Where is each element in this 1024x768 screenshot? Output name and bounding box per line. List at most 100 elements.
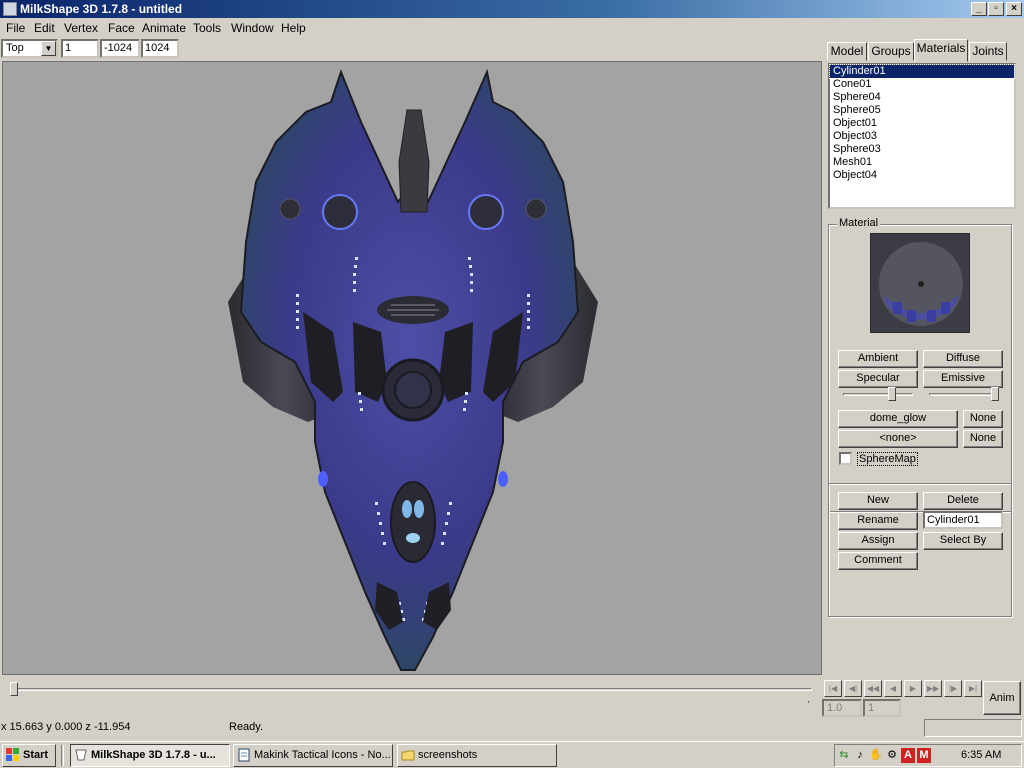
chevron-down-icon[interactable]: ▼ [41,41,56,56]
select-by-material-button[interactable]: Select By [923,532,1003,550]
list-item[interactable]: Cone01 [830,78,1014,91]
timeline-tick: ' [808,700,810,709]
title-bar: MilkShape 3D 1.7.8 - untitled _ ▫ × [0,0,1024,18]
view-toolbar: Top ▼ 1 -1024 1024 [0,38,820,60]
timeline-track [12,688,812,691]
menu-face[interactable]: Face [108,21,135,35]
rename-material-button[interactable]: Rename [838,512,918,530]
new-material-button[interactable]: New [838,492,918,510]
coordinates-readout: x 15.663 y 0.000 z -11.954 [1,721,131,733]
rewind-button[interactable]: ◀◀ [864,680,882,697]
assign-material-button[interactable]: Assign [838,532,918,550]
restore-button[interactable]: ▫ [988,2,1004,16]
milkshape-icon [74,748,88,762]
hand-icon[interactable]: ✋ [869,748,883,763]
prev-key-button[interactable]: ◀| [844,680,862,697]
view-field-1[interactable]: 1 [61,39,99,58]
tab-materials[interactable]: Materials [914,39,968,62]
menu-bar: File Edit Vertex Face Animate Tools Wind… [0,18,1024,38]
transparency-slider[interactable] [991,387,999,401]
start-label: Start [23,749,49,761]
menu-animate[interactable]: Animate [142,21,186,35]
task-label: Makink Tactical Icons - No... [254,749,391,761]
windows-logo-icon [6,748,20,762]
first-frame-button[interactable]: |◀ [824,680,842,697]
tab-joints[interactable]: Joints [969,42,1007,61]
list-item[interactable]: Mesh01 [830,156,1014,169]
tab-model[interactable]: Model [827,42,867,61]
list-item[interactable]: Sphere05 [830,104,1014,117]
task-milkshape[interactable]: MilkShape 3D 1.7.8 - u... [70,744,230,767]
diffuse-button[interactable]: Diffuse [923,350,1003,368]
texture-none-button[interactable]: None [963,410,1003,428]
menu-vertex[interactable]: Vertex [64,21,98,35]
view-select[interactable]: Top ▼ [1,39,58,58]
comment-button[interactable]: Comment [838,552,918,570]
anim-toggle-button[interactable]: Anim [983,681,1021,715]
network-icon[interactable]: ⇆ [837,748,851,763]
texture-button[interactable]: dome_glow [838,410,958,428]
shininess-slider-track [843,393,913,396]
settings-icon[interactable]: ⚙ [885,748,899,763]
menu-file[interactable]: File [6,21,25,35]
current-frame-field[interactable]: 1.0 [822,699,862,717]
timeline-slider[interactable] [10,682,18,696]
volume-icon[interactable]: ♪ [853,748,867,763]
last-frame-button[interactable]: ▶| [964,680,982,697]
status-message: Ready. [229,721,264,733]
list-item[interactable]: Cylinder01 [829,64,1015,79]
material-list[interactable]: Cylinder01 Cone01 Sphere04 Sphere05 Obje… [828,63,1016,209]
menu-window[interactable]: Window [231,21,274,35]
list-item[interactable]: Object03 [830,130,1014,143]
fast-forward-button[interactable]: ▶▶ [924,680,942,697]
shininess-slider[interactable] [887,387,896,401]
app-m-icon[interactable]: M [917,748,931,763]
menu-tools[interactable]: Tools [193,21,221,35]
material-group-title: Material [837,217,881,229]
task-screenshots-folder[interactable]: screenshots [397,744,557,767]
task-label: MilkShape 3D 1.7.8 - u... [91,749,216,761]
3d-viewport[interactable] [2,61,822,675]
spaceship-model [228,68,598,671]
next-frame-button[interactable]: ▶ [904,680,922,697]
status-panel [924,719,1022,737]
menu-edit[interactable]: Edit [34,21,55,35]
window-title: MilkShape 3D 1.7.8 - untitled [20,2,183,16]
antivirus-icon[interactable]: A [901,748,915,763]
next-key-button[interactable]: |▶ [944,680,962,697]
minimize-button[interactable]: _ [971,2,987,16]
spheremap-label: SphereMap [857,452,918,466]
specular-button[interactable]: Specular [838,370,918,388]
task-label: screenshots [418,749,478,761]
start-button[interactable]: Start [2,744,56,767]
material-preview-sphere [879,242,963,326]
clock: 6:35 AM [961,749,1002,761]
alpha-texture-none-button[interactable]: None [963,430,1003,448]
taskbar-separator [61,745,64,766]
ambient-button[interactable]: Ambient [838,350,918,368]
alpha-texture-button[interactable]: <none> [838,430,958,448]
list-item[interactable]: Sphere03 [830,143,1014,156]
end-frame-field[interactable]: 1 [863,699,901,717]
rename-field[interactable]: Cylinder01 [923,511,1003,529]
animation-timeline: ' [0,678,822,718]
prev-frame-button[interactable]: ◀ [884,680,902,697]
menu-help[interactable]: Help [281,21,306,35]
folder-icon [401,748,415,762]
list-item[interactable]: Sphere04 [830,91,1014,104]
task-notepad[interactable]: Makink Tactical Icons - No... [233,744,393,767]
model-render [228,68,598,671]
tools-panel: Model Groups Materials Joints Cylinder01… [824,38,1024,718]
emissive-button[interactable]: Emissive [923,370,1003,388]
view-field-3[interactable]: 1024 [141,39,179,58]
tab-groups[interactable]: Groups [868,42,914,61]
list-item[interactable]: Object01 [830,117,1014,130]
spheremap-checkbox[interactable] [839,452,852,465]
delete-material-button[interactable]: Delete [923,492,1003,510]
view-field-2[interactable]: -1024 [100,39,140,58]
close-button[interactable]: × [1006,2,1022,16]
transparency-slider-track [929,393,999,396]
list-item[interactable]: Object04 [830,169,1014,182]
notepad-icon [237,748,251,762]
system-tray: ⇆ ♪ ✋ ⚙ A M 6:35 AM [834,744,1022,767]
